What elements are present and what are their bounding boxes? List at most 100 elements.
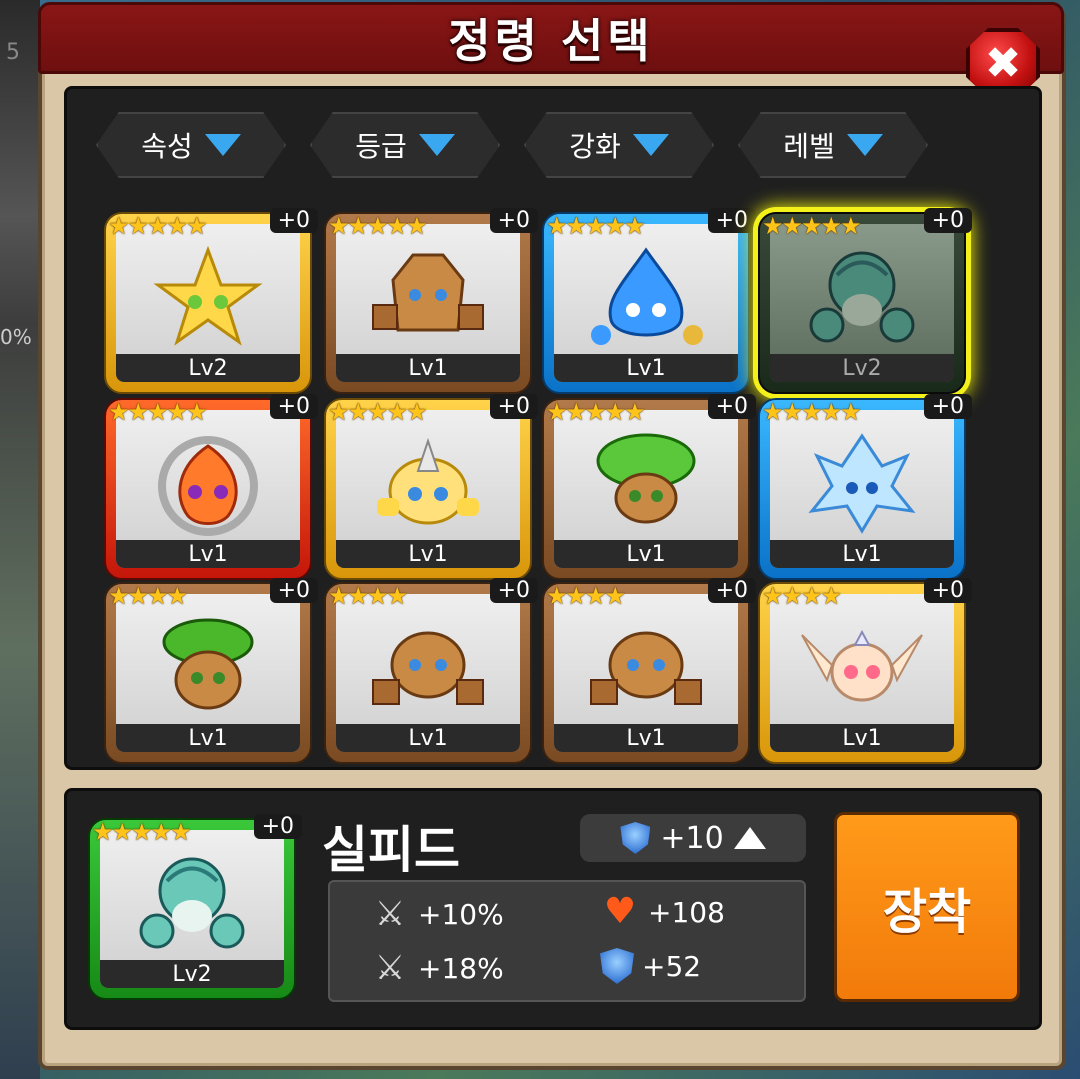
background-number: 5: [6, 40, 20, 65]
card-portrait: Lv1: [770, 594, 954, 752]
dialog-title-bar: 정령 선택: [38, 2, 1064, 74]
level-label: Lv2: [770, 354, 954, 382]
card-portrait: Lv1: [336, 410, 520, 568]
leaf-dryad-spirit-icon: [162, 618, 254, 710]
card-portrait: Lv2: [116, 224, 300, 382]
spirit-card[interactable]: Lv1 ★★★★★ +0: [758, 394, 972, 580]
wind-sylph-spirit-icon: [139, 857, 245, 949]
enhance-badge: +0: [489, 208, 538, 233]
card-portrait: Lv1: [770, 410, 954, 568]
filter-enhance[interactable]: 강화: [524, 112, 714, 178]
background-percent: 0%: [0, 325, 32, 349]
dropdown-arrow-icon: [846, 134, 883, 156]
filter-grade[interactable]: 등급: [310, 112, 500, 178]
card-portrait: Lv1: [336, 224, 520, 382]
level-label: Lv1: [336, 724, 520, 752]
spirit-card[interactable]: Lv1 ★★★★★ +0: [324, 208, 538, 394]
equip-label: 장착: [882, 884, 972, 940]
spirit-card[interactable]: Lv1 ★★★★ +0: [758, 578, 972, 764]
fire-spike-spirit-icon: [158, 436, 258, 536]
shield-icon: [620, 822, 651, 854]
stat-hp: ♥ +108: [600, 894, 725, 930]
crossed-swords-icon: ⚔: [374, 894, 406, 934]
grade-stars: ★★★★: [108, 582, 188, 610]
enhance-badge: +0: [489, 578, 538, 603]
spirit-card[interactable]: Lv1 ★★★★ +0: [542, 578, 756, 764]
grade-stars: ★★★★★: [546, 398, 646, 426]
equip-button[interactable]: 장착: [834, 812, 1020, 1002]
filter-attribute[interactable]: 속성: [96, 112, 286, 178]
stat-value: +108: [648, 895, 725, 929]
angel-wing-spirit-icon: [801, 629, 923, 702]
spirit-card[interactable]: Lv1 ★★★★ +0: [324, 578, 538, 764]
enhance-badge: +0: [707, 208, 756, 233]
spirit-card[interactable]: Lv1 ★★★★ +0: [104, 578, 318, 764]
stat-value: +18%: [418, 951, 504, 985]
stats-box: ⚔ +10% ♥ +108 ⚔ +18% +52: [328, 880, 806, 1002]
spirit-card[interactable]: Lv1 ★★★★★ +0: [542, 394, 756, 580]
grade-stars: ★★★★★: [546, 212, 646, 240]
light-star-spirit-icon: [153, 245, 263, 346]
grade-stars: ★★★★: [328, 582, 408, 610]
spirit-card[interactable]: Lv1 ★★★★★ +0: [104, 394, 318, 580]
spirit-card[interactable]: Lv2 ★★★★★ +0: [104, 208, 318, 394]
grade-stars: ★★★★★: [328, 212, 428, 240]
spirit-card-selected[interactable]: Lv2 ★★★★★ +0: [758, 208, 972, 394]
grade-stars: ★★★★★: [108, 398, 208, 426]
stat-attack: ⚔ +10%: [370, 894, 504, 934]
enhance-badge: +0: [923, 578, 972, 603]
card-portrait: Lv1: [116, 410, 300, 568]
rock-golem-spirit-icon: [590, 631, 702, 705]
filter-label: 등급: [355, 130, 407, 163]
light-knight-spirit-icon: [377, 437, 479, 525]
card-portrait: Lv1: [554, 410, 738, 568]
stat-defense: +52: [600, 948, 701, 984]
selected-spirit-portrait: Lv2 ★★★★★ +0: [88, 814, 302, 1000]
grade-stars: ★★★★★: [762, 212, 862, 240]
close-icon: ✖: [984, 37, 1022, 89]
selected-spirit-name: 실피드: [322, 821, 460, 879]
card-portrait: Lv1: [554, 224, 738, 382]
grade-stars: ★★★★★: [328, 398, 428, 426]
filter-level[interactable]: 레벨: [738, 112, 928, 178]
enhance-badge: +0: [489, 394, 538, 419]
dialog-title: 정령 선택: [448, 14, 654, 68]
stat-attack-2: ⚔ +18%: [370, 948, 504, 988]
level-label: Lv1: [336, 540, 520, 568]
filter-bar: 속성 등급 강화 레벨: [96, 112, 936, 180]
spirit-card[interactable]: Lv1 ★★★★★ +0: [542, 208, 756, 394]
shield-icon: [600, 948, 634, 984]
rock-golem-spirit-icon: [372, 631, 484, 705]
level-label: Lv2: [116, 354, 300, 382]
dropdown-arrow-icon: [418, 134, 455, 156]
enhance-value: +10: [660, 820, 724, 856]
level-label: Lv1: [554, 540, 738, 568]
enhance-badge: +0: [923, 394, 972, 419]
card-portrait: Lv1: [336, 594, 520, 752]
enhance-badge: +0: [269, 208, 318, 233]
enhance-badge: +0: [923, 208, 972, 233]
dropdown-arrow-icon: [204, 134, 241, 156]
spirit-card[interactable]: Lv1 ★★★★★ +0: [324, 394, 538, 580]
water-drop-spirit-icon: [591, 247, 703, 345]
level-label: Lv1: [116, 540, 300, 568]
enhance-level-pill: +10: [580, 814, 806, 862]
level-label: Lv1: [554, 724, 738, 752]
filter-label: 속성: [141, 130, 193, 163]
stat-value: +10%: [418, 897, 504, 931]
tree-sprout-spirit-icon: [596, 433, 696, 524]
stat-value: +52: [642, 949, 702, 983]
grade-stars: ★★★★★: [108, 212, 208, 240]
grade-stars: ★★★★★: [92, 818, 192, 846]
background-left-strip: 5 0%: [0, 0, 40, 1079]
heart-icon: ♥: [603, 891, 637, 932]
enhance-badge: +0: [707, 578, 756, 603]
enhance-badge: +0: [253, 814, 302, 839]
grade-stars: ★★★★★: [762, 398, 862, 426]
level-label: Lv1: [770, 724, 954, 752]
level-label: Lv1: [554, 354, 738, 382]
level-label: Lv1: [336, 354, 520, 382]
filter-label: 레벨: [783, 130, 835, 163]
grade-stars: ★★★★: [762, 582, 842, 610]
arrow-up-icon: [733, 827, 766, 849]
